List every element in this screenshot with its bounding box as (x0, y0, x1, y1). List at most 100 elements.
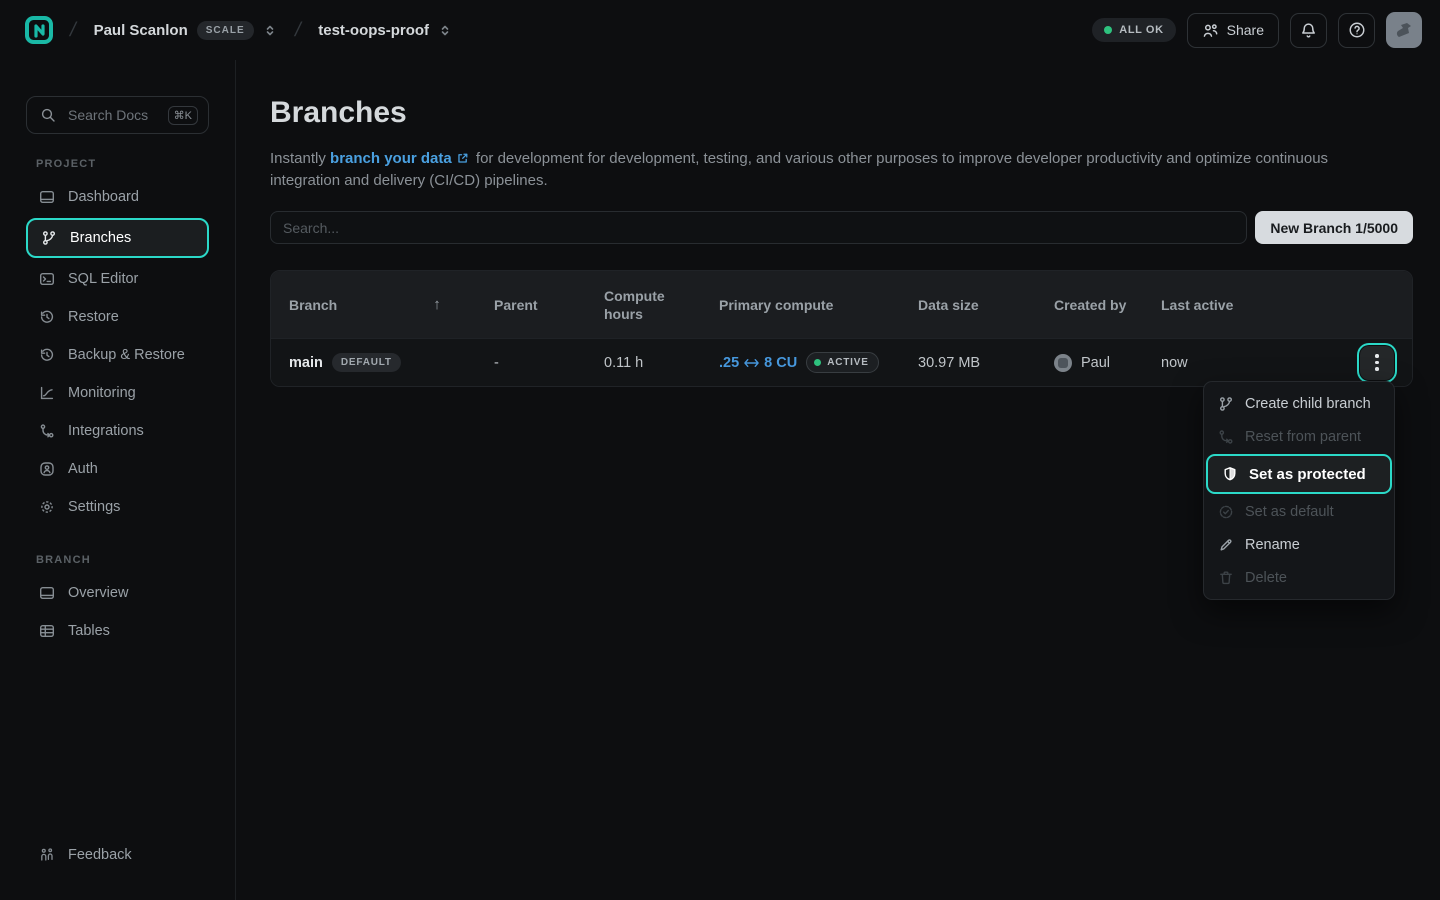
menu-item-set-as-protected[interactable]: Set as protected (1206, 454, 1392, 494)
row-actions-menu-button[interactable] (1360, 346, 1394, 380)
sidebar: Search Docs ⌘K PROJECT Dashboard Branche… (0, 60, 236, 900)
reset-icon (1218, 429, 1234, 445)
column-header-actions (1283, 271, 1412, 338)
sidebar-item-label: Branches (70, 230, 131, 246)
badge-check-icon (1218, 504, 1234, 520)
left-right-arrow-icon (744, 357, 759, 369)
sidebar-item-label: Backup & Restore (68, 347, 185, 363)
project-selector[interactable]: test-oops-proof (310, 16, 460, 45)
sidebar-item-backup-restore[interactable]: Backup & Restore (26, 336, 209, 374)
creator-name: Paul (1081, 355, 1110, 371)
search-docs-label: Search Docs (68, 107, 156, 123)
window-icon (39, 585, 55, 601)
sidebar-item-restore[interactable]: Restore (26, 298, 209, 336)
parent-cell: - (476, 339, 586, 386)
column-header-compute-hours: Compute hours (586, 271, 691, 338)
question-circle-icon (1348, 21, 1366, 39)
table-row[interactable]: main DEFAULT - 0.11 h .25 8 CU ACTIVE 30… (271, 338, 1412, 386)
org-name: Paul Scanlon (94, 22, 188, 39)
notifications-button[interactable] (1290, 13, 1327, 48)
chevron-updown-icon (263, 23, 277, 38)
people-icon (1202, 22, 1219, 39)
sidebar-item-settings[interactable]: Settings (26, 488, 209, 526)
menu-item-create-child-branch[interactable]: Create child branch (1204, 387, 1394, 420)
status-label: ALL OK (1119, 24, 1163, 36)
sidebar-item-label: Monitoring (68, 385, 136, 401)
user-avatar[interactable] (1386, 12, 1422, 48)
help-button[interactable] (1338, 13, 1375, 48)
git-branch-icon (1218, 396, 1234, 412)
sidebar-item-sql-editor[interactable]: SQL Editor (26, 260, 209, 298)
menu-item-label: Reset from parent (1245, 429, 1361, 445)
clock-restore-icon (39, 309, 55, 325)
page-title: Branches (270, 96, 1413, 130)
branch-search-input[interactable] (270, 211, 1247, 244)
search-docs-button[interactable]: Search Docs ⌘K (26, 96, 209, 134)
sidebar-item-tables[interactable]: Tables (26, 612, 209, 650)
column-header-parent: Parent (476, 271, 586, 338)
default-badge: DEFAULT (332, 353, 401, 372)
sidebar-item-label: Feedback (68, 847, 132, 863)
bell-icon (1300, 22, 1317, 39)
sidebar-item-overview[interactable]: Overview (26, 574, 209, 612)
branch-your-data-link[interactable]: branch your data (330, 150, 452, 167)
description-text: Instantly (270, 150, 330, 167)
sidebar-item-integrations[interactable]: Integrations (26, 412, 209, 450)
compute-range: .25 8 CU (719, 355, 797, 371)
neon-logo[interactable] (18, 9, 60, 51)
shield-icon (1222, 466, 1238, 482)
sidebar-item-label: Dashboard (68, 189, 139, 205)
menu-item-delete[interactable]: Delete (1204, 561, 1394, 594)
sidebar-item-feedback[interactable]: Feedback (26, 836, 210, 874)
created-by-cell: Paul (1036, 339, 1143, 386)
status-dot-icon (814, 359, 821, 366)
sidebar-item-label: Auth (68, 461, 98, 477)
sidebar-item-label: Overview (68, 585, 128, 601)
branches-toolbar: New Branch 1/5000 (270, 211, 1413, 244)
chevron-updown-icon (438, 23, 452, 38)
breadcrumb-separator: / (68, 19, 78, 42)
branch-name: main (289, 355, 323, 371)
table-header-row: Branch ↑ Parent Compute hours Primary co… (271, 271, 1412, 338)
sidebar-item-label: SQL Editor (68, 271, 138, 287)
page-description: Instantly branch your data for developme… (270, 148, 1395, 192)
menu-item-reset-from-parent[interactable]: Reset from parent (1204, 420, 1394, 453)
gear-icon (39, 499, 55, 515)
menu-item-rename[interactable]: Rename (1204, 528, 1394, 561)
chart-line-icon (39, 385, 55, 401)
primary-compute-cell: .25 8 CU ACTIVE (701, 339, 900, 386)
top-bar: / Paul Scanlon SCALE / test-oops-proof A… (0, 0, 1440, 60)
sidebar-item-auth[interactable]: Auth (26, 450, 209, 488)
keyboard-shortcut-badge: ⌘K (168, 106, 198, 125)
git-branch-icon (41, 230, 57, 246)
branch-cell: main DEFAULT (271, 339, 476, 386)
neon-logo-icon (24, 15, 54, 45)
org-selector[interactable]: Paul Scanlon SCALE (86, 15, 285, 46)
last-active-cell: now (1143, 339, 1283, 386)
share-button[interactable]: Share (1187, 13, 1279, 48)
search-icon (40, 107, 56, 123)
people-icon (39, 847, 55, 863)
menu-item-label: Create child branch (1245, 396, 1371, 412)
trash-icon (1218, 570, 1234, 586)
sort-ascending-icon[interactable]: ↑ (433, 296, 441, 314)
sidebar-item-branches[interactable]: Branches (26, 218, 209, 258)
system-status-pill[interactable]: ALL OK (1092, 18, 1175, 42)
breadcrumb-separator: / (292, 19, 302, 42)
menu-item-set-as-default[interactable]: Set as default (1204, 495, 1394, 528)
project-name: test-oops-proof (318, 22, 429, 39)
sidebar-item-dashboard[interactable]: Dashboard (26, 178, 209, 216)
sidebar-item-monitoring[interactable]: Monitoring (26, 374, 209, 412)
data-size-cell: 30.97 MB (900, 339, 1036, 386)
column-header-branch: Branch ↑ (271, 271, 476, 338)
creator-avatar (1054, 354, 1072, 372)
plan-badge: SCALE (197, 21, 254, 40)
sidebar-item-label: Settings (68, 499, 120, 515)
actions-cell (1283, 339, 1412, 386)
branches-table: Branch ↑ Parent Compute hours Primary co… (270, 270, 1413, 387)
clock-restore-icon (39, 347, 55, 363)
compute-hours-cell: 0.11 h (586, 339, 701, 386)
new-branch-button[interactable]: New Branch 1/5000 (1255, 211, 1413, 244)
active-status-badge: ACTIVE (806, 352, 878, 373)
status-dot-icon (1104, 26, 1112, 34)
